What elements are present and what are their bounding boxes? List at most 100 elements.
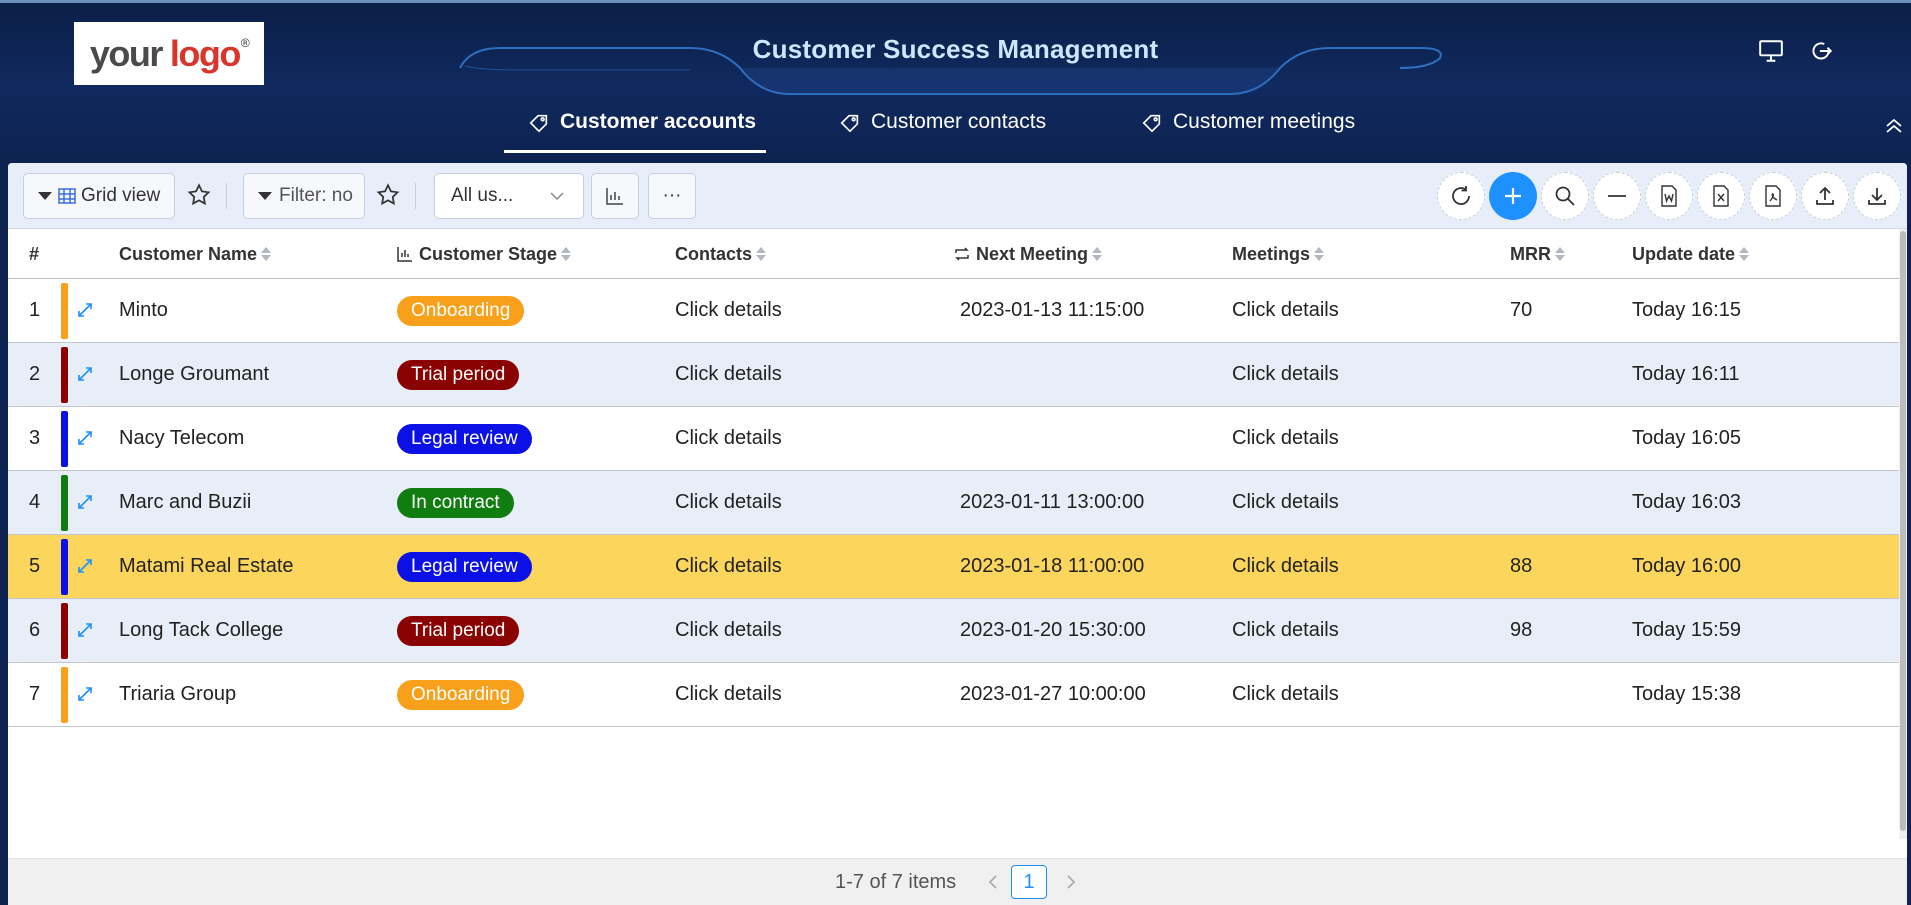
cell-contacts-link[interactable]: Click details [675,471,782,534]
word-file-icon [1661,185,1677,207]
cell-customer-stage: Trial period [397,343,520,406]
export-excel-button[interactable] [1697,172,1745,220]
star-icon[interactable] [375,182,401,208]
expand-icon[interactable] [76,557,94,575]
sort-icon[interactable] [561,247,572,261]
cell-contacts-link[interactable]: Click details [675,343,782,406]
upload-button[interactable] [1801,172,1849,220]
cell-next-meeting-text: 2023-01-20 15:30:00 [960,619,1146,641]
cell-contacts-link-text: Click details [675,555,782,577]
user-select[interactable]: All us... [434,173,584,219]
filter-button[interactable]: Filter: no [243,173,365,219]
vertical-scrollbar[interactable] [1899,229,1907,839]
export-pdf-button[interactable] [1749,172,1797,220]
tab-customer-contacts[interactable]: Customer contacts [839,110,1046,154]
table-row[interactable]: 2 Longe Groumant Trial period Click details… [8,343,1899,407]
pdf-file-icon [1765,185,1781,207]
collapse-header-icon[interactable] [1883,116,1905,136]
cell-contacts-link[interactable]: Click details [675,663,782,726]
cell-number: 1 [29,279,40,342]
cell-contacts-link[interactable]: Click details [675,599,782,662]
cell-update-date: Today 16:11 [1632,343,1740,406]
tab-customer-accounts[interactable]: Customer accounts [528,110,756,154]
cell-next-meeting: 2023-01-20 15:30:00 [960,599,1146,662]
chevron-left-icon[interactable] [985,873,1001,891]
sort-icon[interactable] [1314,247,1325,261]
cell-mrr: 88 [1510,535,1532,598]
caret-down-icon [38,192,52,200]
table-row[interactable]: 4 Marc and Buzii In contract Click details 2… [8,471,1899,535]
table-row[interactable]: 1 Minto Onboarding Click details 2023-01-13 … [8,279,1899,343]
cell-next-meeting: 2023-01-27 10:00:00 [960,663,1146,726]
minus-icon [1608,195,1626,197]
grid-view-button[interactable]: Grid view [23,173,175,219]
add-record-button[interactable] [1489,172,1537,220]
cell-contacts-link[interactable]: Click details [675,279,782,342]
column-label: Meetings [1232,243,1311,264]
page-number: 1 [1023,870,1035,893]
table-row[interactable]: 6 Long Tack College Trial period Click deta… [8,599,1899,663]
column-header-customer-name[interactable]: Customer Name [119,229,272,279]
column-header-contacts[interactable]: Contacts [675,229,767,279]
monitor-icon[interactable] [1758,38,1784,64]
export-word-button[interactable] [1645,172,1693,220]
app-title: Customer Success Management [752,34,1159,64]
table-row[interactable]: 5 Matami Real Estate Legal review Click det… [8,535,1899,599]
upload-icon [1816,186,1834,205]
cell-update-date-text: Today 16:05 [1632,427,1741,449]
chart-button[interactable] [591,173,639,219]
stage-badge: In contract [397,487,514,518]
cell-meetings-link[interactable]: Click details [1232,343,1339,406]
table-row[interactable]: 3 Nacy Telecom Legal review Click details Cl… [8,407,1899,471]
expand-icon[interactable] [76,301,94,319]
cell-update-date-text: Today 15:38 [1632,683,1741,705]
column-header-update-date[interactable]: Update date [1632,229,1750,279]
tab-customer-meetings[interactable]: Customer meetings [1141,110,1355,154]
sort-icon[interactable] [756,247,767,261]
expand-icon[interactable] [76,621,94,639]
search-button[interactable] [1541,172,1589,220]
cell-meetings-link[interactable]: Click details [1232,535,1339,598]
refresh-button[interactable] [1437,172,1485,220]
download-button[interactable] [1853,172,1901,220]
remove-button[interactable] [1593,172,1641,220]
stage-color-stripe [61,475,68,531]
cell-contacts-link-text: Click details [675,363,782,385]
expand-icon[interactable] [76,685,94,703]
sort-icon[interactable] [1555,247,1565,261]
cell-meetings-link-text: Click details [1232,491,1339,513]
column-header-meetings[interactable]: Meetings [1232,229,1325,279]
pagination-summary: 1-7 of 7 items [835,871,957,893]
page-button-current[interactable]: 1 [1011,865,1047,899]
star-icon[interactable] [186,182,212,208]
column-header-mrr[interactable]: MRR [1510,229,1565,279]
more-button[interactable]: ··· [648,173,696,219]
cell-contacts-link[interactable]: Click details [675,535,782,598]
cell-meetings-link[interactable]: Click details [1232,279,1339,342]
cell-meetings-link[interactable]: Click details [1232,663,1339,726]
stage-color-stripe [61,411,68,467]
chevron-right-icon[interactable] [1063,873,1079,891]
cell-meetings-link[interactable]: Click details [1232,471,1339,534]
cell-mrr: 70 [1510,279,1532,342]
cell-contacts-link-text: Click details [675,491,782,513]
column-label: Next Meeting [976,243,1089,264]
download-icon [1868,188,1886,205]
sort-icon[interactable] [1739,247,1750,261]
cell-meetings-link[interactable]: Click details [1232,407,1339,470]
sort-icon[interactable] [261,247,272,261]
column-header-customer-stage[interactable]: Customer Stage [397,229,572,279]
sort-icon[interactable] [1092,247,1103,261]
cell-meetings-link[interactable]: Click details [1232,599,1339,662]
app-header: your logo ® Customer Success Management … [0,0,1911,155]
scrollbar-thumb[interactable] [1900,231,1906,831]
expand-icon[interactable] [76,365,94,383]
expand-icon[interactable] [76,493,94,511]
expand-icon[interactable] [76,429,94,447]
cell-customer-name: Nacy Telecom [119,407,244,470]
column-header-next-meeting[interactable]: Next Meeting [954,229,1103,279]
table-row[interactable]: 7 Triaria Group Onboarding Click details 202… [8,663,1899,727]
cell-contacts-link[interactable]: Click details [675,407,782,470]
cell-mrr-text: 98 [1510,619,1533,641]
logout-icon[interactable] [1808,38,1834,64]
